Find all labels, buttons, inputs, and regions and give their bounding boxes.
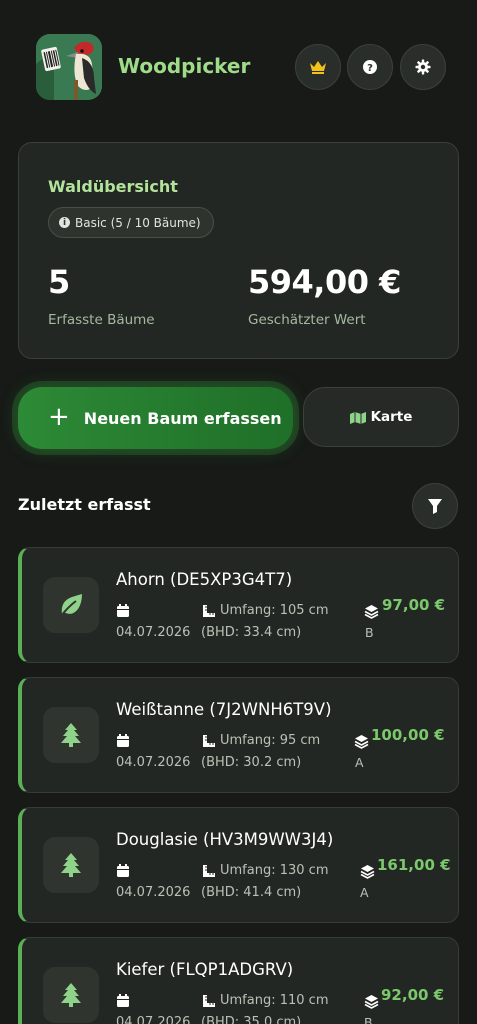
estimated-value: 594,00 € <box>248 263 401 301</box>
ruler-icon <box>203 995 215 1007</box>
app-logo <box>36 34 102 100</box>
tree-circumference: Umfang: 110 cm <box>220 993 329 1008</box>
tree-type-badge <box>43 577 99 633</box>
tree-price: 161,00 € <box>377 856 451 874</box>
add-tree-button[interactable]: + Neuen Baum erfassen <box>18 387 293 449</box>
tree-grade: B <box>365 625 374 640</box>
tree-circumference: Umfang: 95 cm <box>220 733 321 748</box>
help-button[interactable]: ? <box>347 44 393 90</box>
tree-price: 100,00 € <box>371 726 445 744</box>
tree-dbh: (BHD: 41.4 cm) <box>201 885 302 900</box>
leaf-icon <box>60 594 82 617</box>
layers-icon <box>364 605 379 619</box>
tree-dbh: (BHD: 35.0 cm) <box>201 1015 302 1024</box>
recent-section-title: Zuletzt erfasst <box>18 495 151 514</box>
app-header: Woodpicker ? <box>0 0 477 130</box>
tree-card[interactable]: Kiefer (FLQP1ADGRV) 04.07.2026 Umfang: 1… <box>18 937 459 1024</box>
tree-type-badge <box>43 707 99 763</box>
tree-date: 04.07.2026 <box>116 755 191 770</box>
tree-circumference: Umfang: 130 cm <box>220 863 329 878</box>
tree-card[interactable]: Ahorn (DE5XP3G4T7) 04.07.2026 Umfang: 10… <box>18 547 459 663</box>
layers-icon <box>364 995 379 1009</box>
help-icon: ? <box>363 60 377 74</box>
tree-grade: B <box>364 1015 373 1024</box>
tree-icon <box>61 853 81 877</box>
tree-date: 04.07.2026 <box>116 625 191 640</box>
tree-name: Kiefer (FLQP1ADGRV) <box>116 960 294 979</box>
overview-title: Waldübersicht <box>48 177 178 196</box>
app-title: Woodpicker <box>118 54 251 78</box>
tree-icon <box>61 983 81 1007</box>
tree-name: Weißtanne (7J2WNH6T9V) <box>116 700 332 719</box>
info-icon: i <box>59 217 70 228</box>
tree-grade: A <box>360 885 369 900</box>
ruler-icon <box>203 605 215 617</box>
trees-count-label: Erfasste Bäume <box>48 312 155 328</box>
settings-button[interactable] <box>400 44 446 90</box>
tree-dbh: (BHD: 30.2 cm) <box>201 755 302 770</box>
map-button[interactable]: Karte <box>303 387 459 447</box>
tree-grade: A <box>355 755 364 770</box>
tree-card[interactable]: Douglasie (HV3M9WW3J4) 04.07.2026 Umfang… <box>18 807 459 923</box>
plan-badge: i Basic (5 / 10 Bäume) <box>48 207 214 238</box>
tree-date: 04.07.2026 <box>116 1015 191 1024</box>
tree-dbh: (BHD: 33.4 cm) <box>201 625 302 640</box>
tree-icon <box>61 723 81 747</box>
estimated-value-label: Geschätzter Wert <box>248 312 366 328</box>
trees-count: 5 <box>48 263 70 301</box>
layers-icon <box>360 865 375 879</box>
calendar-icon <box>117 994 129 1007</box>
tree-card[interactable]: Weißtanne (7J2WNH6T9V) 04.07.2026 Umfang… <box>18 677 459 793</box>
calendar-icon <box>117 734 129 747</box>
calendar-icon <box>117 864 129 877</box>
tree-type-badge <box>43 837 99 893</box>
tree-circumference: Umfang: 105 cm <box>220 603 329 618</box>
tree-name: Ahorn (DE5XP3G4T7) <box>116 570 293 589</box>
ruler-icon <box>203 865 215 877</box>
map-icon <box>349 411 366 424</box>
tree-price: 92,00 € <box>381 986 445 1004</box>
tree-type-badge <box>43 967 99 1023</box>
map-label: Karte <box>370 409 413 425</box>
svg-text:?: ? <box>367 63 373 74</box>
premium-button[interactable] <box>295 44 341 90</box>
plus-icon: + <box>48 401 70 432</box>
plan-badge-label: Basic (5 / 10 Bäume) <box>75 215 201 230</box>
filter-icon <box>428 499 442 514</box>
layers-icon <box>354 735 369 749</box>
ruler-icon <box>203 735 215 747</box>
tree-date: 04.07.2026 <box>116 885 191 900</box>
forest-overview-card: Waldübersicht i Basic (5 / 10 Bäume) 5 E… <box>18 142 459 359</box>
gear-icon <box>415 59 431 75</box>
crown-icon <box>310 61 326 74</box>
tree-price: 97,00 € <box>382 596 446 614</box>
calendar-icon <box>117 604 129 617</box>
filter-button[interactable] <box>412 483 458 529</box>
add-tree-label: Neuen Baum erfassen <box>83 408 282 428</box>
tree-name: Douglasie (HV3M9WW3J4) <box>116 830 334 849</box>
